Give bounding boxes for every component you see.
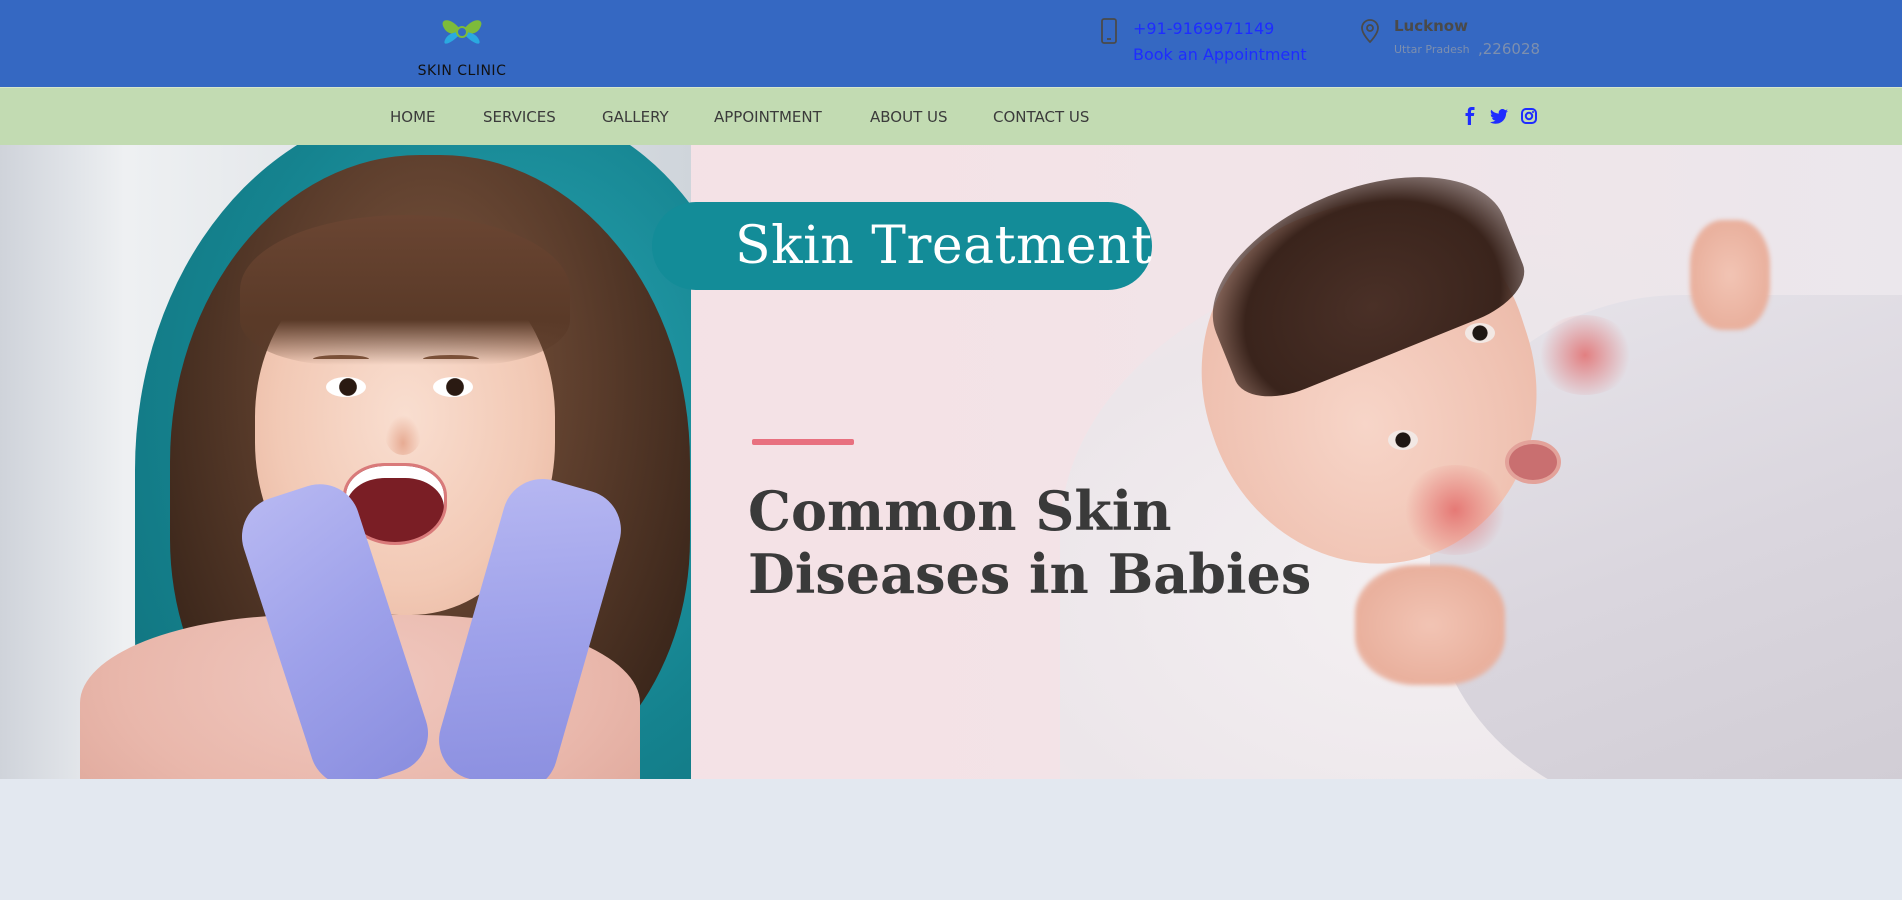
- nav-contact-us[interactable]: CONTACT US: [993, 108, 1089, 126]
- mobile-phone-icon: [1098, 18, 1120, 44]
- hero-banner: Skin Treatment Common Skin Diseases in B…: [0, 145, 1902, 779]
- baby-hand: [1355, 565, 1505, 685]
- nav-gallery[interactable]: GALLERY: [602, 108, 669, 126]
- facebook-icon[interactable]: [1460, 106, 1480, 126]
- girl-eyebrow: [423, 355, 479, 363]
- badge-title: Skin Treatment: [735, 216, 1153, 276]
- clinic-logo[interactable]: SKIN CLINIC: [412, 8, 512, 80]
- nav-about-us[interactable]: ABOUT US: [870, 108, 948, 126]
- baby-eye: [1388, 430, 1418, 450]
- baby-rash: [1400, 465, 1510, 555]
- book-appointment-link[interactable]: Book an Appointment: [1133, 45, 1307, 64]
- address-state: Uttar Pradesh: [1394, 43, 1470, 56]
- girl-nose: [385, 415, 421, 455]
- baby-rash: [1535, 315, 1635, 395]
- address-city: Lucknow: [1394, 17, 1468, 35]
- baby-hand: [1690, 220, 1770, 330]
- page-content-area: [0, 779, 1902, 900]
- phone-link[interactable]: +91-9169971149: [1133, 19, 1274, 38]
- girl-eye: [326, 377, 366, 397]
- hero-headline: Common Skin Diseases in Babies: [748, 479, 1312, 606]
- address-pincode: ,226028: [1478, 40, 1541, 58]
- nav-appointment[interactable]: APPOINTMENT: [714, 108, 822, 126]
- girl-eye: [433, 377, 473, 397]
- girl-photo: [0, 145, 691, 779]
- nav-services[interactable]: SERVICES: [483, 108, 556, 126]
- nav-home[interactable]: HOME: [390, 108, 436, 126]
- top-header: SKIN CLINIC +91-9169971149 Book an Appoi…: [0, 0, 1902, 87]
- accent-divider: [752, 439, 854, 445]
- girl-eyebrow: [313, 355, 369, 363]
- logo-icon: [442, 20, 482, 44]
- logo-text: SKIN CLINIC: [417, 63, 507, 79]
- baby-mouth: [1505, 440, 1561, 484]
- girl-bangs: [240, 215, 570, 365]
- instagram-icon[interactable]: [1519, 106, 1539, 126]
- twitter-icon[interactable]: [1489, 106, 1509, 126]
- baby-eye: [1465, 323, 1495, 343]
- main-nav: HOME SERVICES GALLERY APPOINTMENT ABOUT …: [0, 87, 1902, 145]
- location-pin-icon: [1359, 18, 1381, 44]
